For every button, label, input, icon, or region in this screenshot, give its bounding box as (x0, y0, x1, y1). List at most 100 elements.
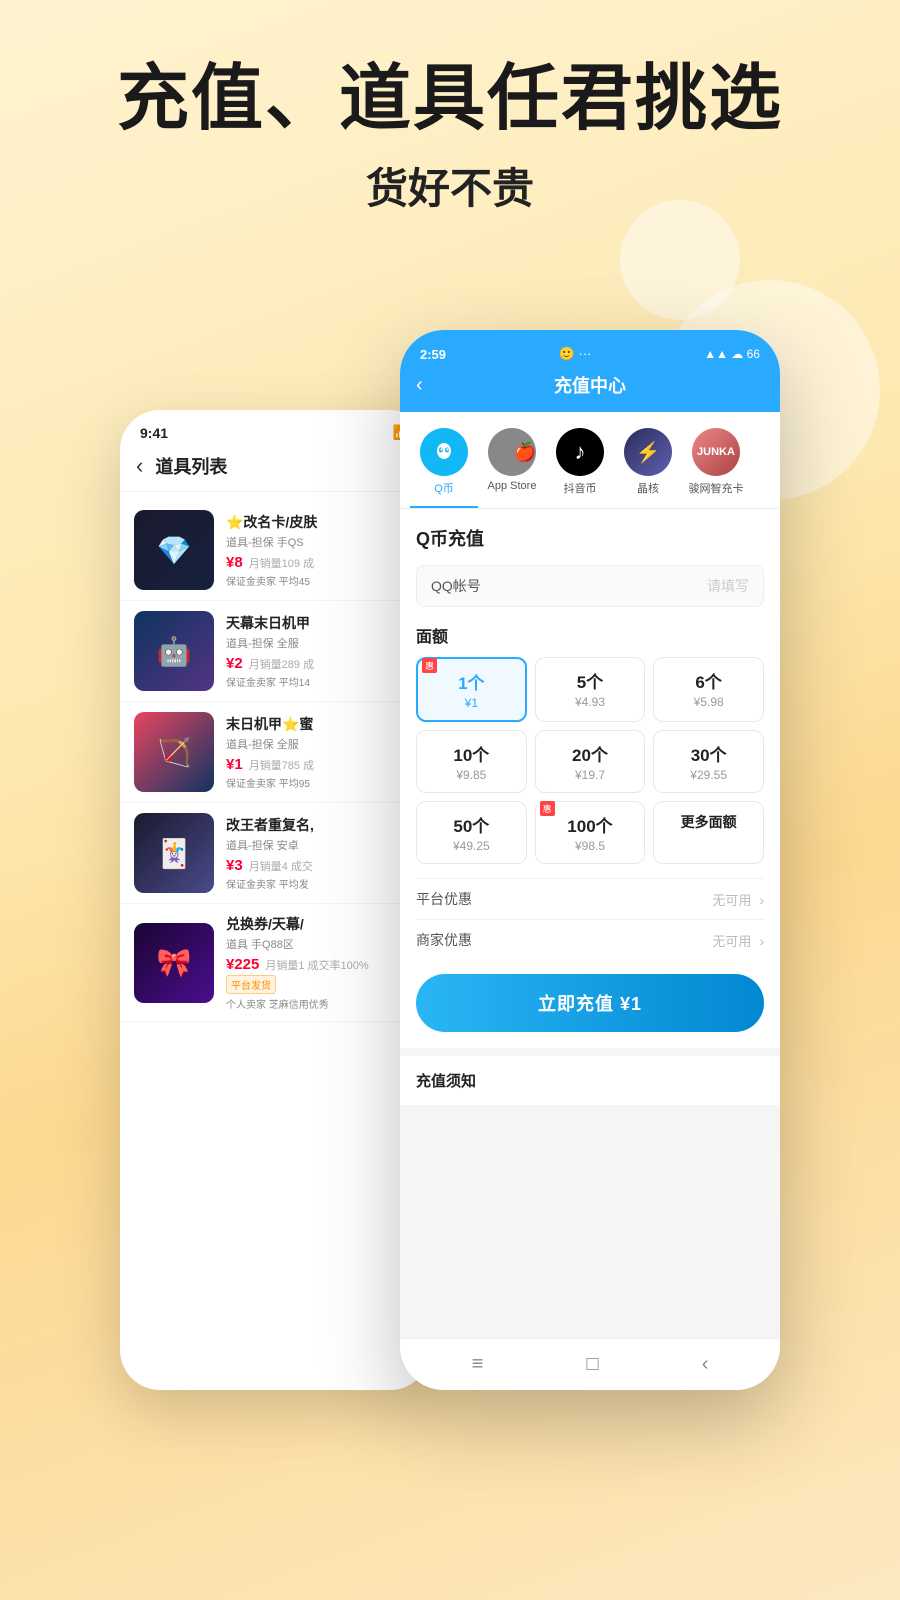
tab-jinghe-label: 晶核 (637, 480, 659, 496)
denom-cell-5[interactable]: 5个 ¥4.93 (535, 657, 646, 722)
item-guarantee: 保证金卖家 平均14 (226, 674, 416, 689)
item-guarantee: 个人卖家 芝麻信用优秀 (226, 996, 416, 1011)
tab-junka[interactable]: JUNKA 骏网智充卡 (682, 428, 750, 508)
left-phone: 9:41 📶 ‹ 道具列表 💎 ⭐改名卡/皮肤 道具-担保 手QS ¥8 月销量… (120, 410, 430, 1390)
item-info: 改王者重复名, 道具-担保 安卓 ¥3 月销量4 成交 保证金卖家 平均发 (226, 815, 416, 891)
item-price-row: ¥8 月销量109 成 (226, 554, 416, 571)
input-label: QQ帐号 (431, 576, 707, 596)
tab-jinghe-icon: ⚡ (624, 428, 672, 476)
denom-qty: 更多面额 (662, 812, 755, 832)
item-tag: 道具-担保 手QS (226, 534, 416, 550)
merchant-discount-label: 商家优惠 (416, 930, 472, 950)
list-item[interactable]: 🏹 末日机甲⭐蜜 道具-担保 全服 ¥1 月销量785 成 保证金卖家 平均95 (120, 702, 430, 803)
item-sales: 月销量4 成交 (249, 858, 313, 874)
denom-price: ¥4.93 (544, 695, 637, 709)
qq-account-input-row[interactable]: QQ帐号 请填写 (416, 565, 764, 607)
platform-discount-arrow: › (759, 892, 764, 908)
item-name: ⭐改名卡/皮肤 (226, 512, 416, 532)
denom-qty: 1个 (426, 669, 517, 694)
denom-cell-1[interactable]: 1个 ¥1 (416, 657, 527, 722)
tab-qbi-label: Q币 (434, 480, 454, 496)
denom-qty: 20个 (544, 741, 637, 766)
item-name: 改王者重复名, (226, 815, 416, 835)
hero-section: 充值、道具任君挑选 货好不贵 (0, 0, 900, 236)
nav-back-icon[interactable]: ‹ (702, 1353, 709, 1376)
item-tag: 道具-担保 安卓 (226, 837, 416, 853)
denom-price: ¥98.5 (544, 839, 637, 853)
notice-section: 充值须知 (400, 1048, 780, 1105)
item-info: 末日机甲⭐蜜 道具-担保 全服 ¥1 月销量785 成 保证金卖家 平均95 (226, 714, 416, 790)
right-status-time: 2:59 (420, 347, 446, 362)
hero-title: 充值、道具任君挑选 (40, 60, 860, 139)
denom-cell-50[interactable]: 50个 ¥49.25 (416, 801, 527, 864)
item-price: ¥8 (226, 554, 243, 571)
denom-cell-6[interactable]: 6个 ¥5.98 (653, 657, 764, 722)
denom-price: ¥49.25 (425, 839, 518, 853)
tab-appstore[interactable]: 🍎 App Store (478, 428, 546, 508)
right-main-content: Q币充值 QQ帐号 请填写 面额 1个 ¥1 5个 ¥4.93 (400, 509, 780, 1048)
item-price: ¥2 (226, 655, 243, 672)
bottom-nav: ≡ □ ‹ (400, 1338, 780, 1390)
tab-junka-label: 骏网智充卡 (689, 480, 744, 496)
tab-jinghe[interactable]: ⚡ 晶核 (614, 428, 682, 508)
left-phone-status-bar: 9:41 📶 (120, 410, 430, 445)
item-guarantee: 保证金卖家 平均95 (226, 775, 416, 790)
denom-qty: 10个 (425, 741, 518, 766)
tab-appstore-label: App Store (488, 480, 537, 492)
denom-cell-more[interactable]: 更多面额 (653, 801, 764, 864)
denom-price: ¥9.85 (425, 768, 518, 782)
tab-dy-icon: ♪ (556, 428, 604, 476)
list-item[interactable]: 💎 ⭐改名卡/皮肤 道具-担保 手QS ¥8 月销量109 成 保证金卖家 平均… (120, 500, 430, 601)
tab-qbi[interactable]: Q币 (410, 428, 478, 508)
item-sales: 月销量109 成 (249, 555, 314, 571)
denom-cell-100[interactable]: 100个 ¥98.5 (535, 801, 646, 864)
denom-price: ¥19.7 (544, 768, 637, 782)
left-back-button[interactable]: ‹ (136, 453, 143, 479)
item-tag: 道具-担保 全服 (226, 635, 416, 651)
item-price: ¥1 (226, 756, 243, 773)
item-price-row: ¥2 月销量289 成 (226, 655, 416, 672)
tab-douyin[interactable]: ♪ 抖音币 (546, 428, 614, 508)
item-guarantee: 保证金卖家 平均发 (226, 876, 416, 891)
denom-qty: 100个 (544, 812, 637, 837)
denom-qty: 5个 (544, 668, 637, 693)
item-info: 兑换券/天幕/ 道具 手Q88区 ¥225 月销量1 成交率100% 平台发货 … (226, 914, 416, 1011)
list-item[interactable]: 🤖 天幕末日机甲 道具-担保 全服 ¥2 月销量289 成 保证金卖家 平均14 (120, 601, 430, 702)
left-phone-title: 道具列表 (155, 453, 227, 479)
left-phone-header: ‹ 道具列表 (120, 445, 430, 492)
right-phone-header: ‹ 充值中心 (400, 366, 780, 412)
right-status-icons: ▲▲ ☁ 66 (704, 347, 760, 361)
phones-container: 9:41 📶 ‹ 道具列表 💎 ⭐改名卡/皮肤 道具-担保 手QS ¥8 月销量… (0, 330, 900, 1390)
list-item[interactable]: 🃏 改王者重复名, 道具-担保 安卓 ¥3 月销量4 成交 保证金卖家 平均发 (120, 803, 430, 904)
notice-title: 充值须知 (416, 1070, 764, 1091)
cta-button[interactable]: 立即充值 ¥1 (416, 974, 764, 1032)
item-price-row: ¥3 月销量4 成交 (226, 857, 416, 874)
platform-discount-row[interactable]: 平台优惠 无可用 › (416, 878, 764, 919)
denom-cell-30[interactable]: 30个 ¥29.55 (653, 730, 764, 793)
right-status-avatar: 🙂 ··· (559, 346, 592, 362)
denom-cell-20[interactable]: 20个 ¥19.7 (535, 730, 646, 793)
item-tag: 道具 手Q88区 (226, 936, 416, 952)
platform-discount-label: 平台优惠 (416, 889, 472, 909)
denom-qty: 6个 (662, 668, 755, 693)
denomination-title: 面额 (416, 623, 764, 647)
item-info: ⭐改名卡/皮肤 道具-担保 手QS ¥8 月销量109 成 保证金卖家 平均45 (226, 512, 416, 588)
merchant-discount-value: 无可用 › (712, 931, 764, 950)
right-back-button[interactable]: ‹ (416, 374, 423, 397)
merchant-discount-row[interactable]: 商家优惠 无可用 › (416, 919, 764, 960)
item-image: 💎 (134, 510, 214, 590)
nav-home-icon[interactable]: □ (586, 1353, 598, 1376)
denom-cell-10[interactable]: 10个 ¥9.85 (416, 730, 527, 793)
tab-icons-row: Q币 🍎 App Store ♪ 抖音币 (400, 412, 780, 509)
item-sales: 月销量785 成 (249, 757, 314, 773)
list-item[interactable]: 🎀 兑换券/天幕/ 道具 手Q88区 ¥225 月销量1 成交率100% 平台发… (120, 904, 430, 1022)
item-price-row: ¥225 月销量1 成交率100% (226, 956, 416, 973)
item-image: 🏹 (134, 712, 214, 792)
item-image: 🤖 (134, 611, 214, 691)
nav-menu-icon[interactable]: ≡ (472, 1353, 484, 1376)
denom-price: ¥29.55 (662, 768, 755, 782)
merchant-discount-arrow: › (759, 933, 764, 949)
tab-qq-icon (420, 428, 468, 476)
platform-discount-value: 无可用 › (712, 890, 764, 909)
tab-apple-icon: 🍎 (488, 428, 536, 476)
